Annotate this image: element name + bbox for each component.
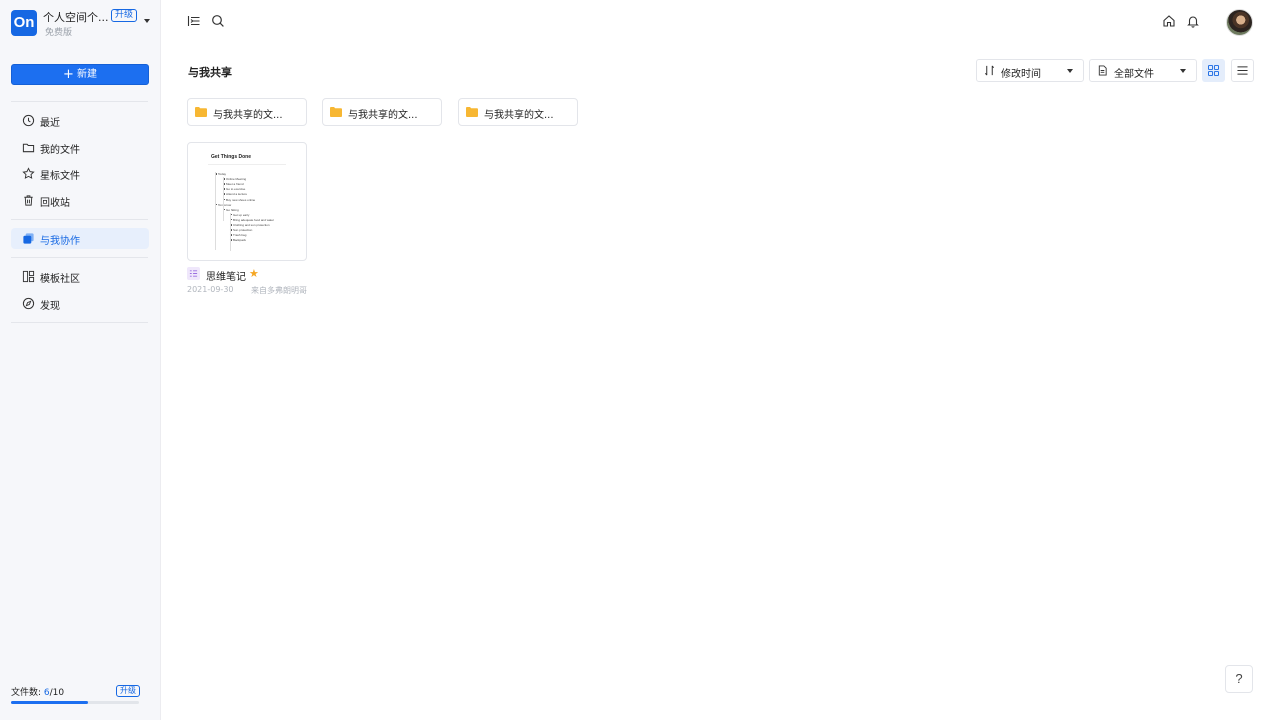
thumbnail-outline-item: Tomorrow [214,202,232,207]
sidebar: On 个人空间个... 免费版 升级 + 新建 最近 我的文件 星标文件 回收站 … [0,0,161,720]
compass-icon [22,297,35,310]
sort-icon [984,65,995,76]
star-icon [22,167,35,179]
plus-icon: + [63,67,74,82]
sidebar-item-shared-with-me[interactable]: 与我协作 [11,228,149,249]
home-icon[interactable] [1162,14,1176,28]
folder-icon [195,107,207,117]
thumbnail-outline-line [215,172,216,250]
sidebar-item-label: 星标文件 [40,171,80,182]
chevron-down-icon [1067,69,1073,73]
thumbnail-outline-item: Today [214,172,227,176]
workspace-dropdown-icon[interactable] [144,19,150,23]
new-button[interactable]: + 新建 [11,64,149,85]
file-owner: 来自多弗朗明哥 [251,286,307,295]
folder-name: 与我共享的文... [348,110,418,121]
sidebar-divider [11,101,148,102]
chevron-down-icon [1180,69,1186,73]
shared-folder[interactable]: 与我共享的文... [322,98,442,126]
file-card-thumbnail[interactable]: Get Things Done Today Online Meeting Meet … [187,142,307,261]
file-date: 2021-09-30 [187,285,234,294]
expand-sidebar-icon[interactable] [187,14,201,28]
thumbnail-outline-item: Go to exercise [222,187,246,192]
thumbnail-outline-item: Meet a friend [223,182,244,187]
thumbnail-divider [208,164,286,165]
help-button[interactable]: ? [1225,665,1253,693]
sort-dropdown[interactable]: 修改时间 [976,59,1084,82]
new-button-label: 新建 [76,69,97,80]
user-avatar[interactable] [1226,9,1253,36]
filter-dropdown[interactable]: 全部文件 [1089,59,1197,82]
file-name[interactable]: 思维笔记 [206,268,246,283]
star-icon[interactable]: ★ [249,268,259,279]
trash-icon [24,195,33,206]
shared-folder[interactable]: 与我共享的文... [187,98,307,126]
search-icon[interactable] [211,14,225,28]
sidebar-item-recent[interactable]: 最近 [11,110,149,131]
sort-label: 修改时间 [1001,69,1041,80]
folder-name: 与我共享的文... [484,110,554,121]
template-icon [22,270,35,283]
grid-view-button[interactable] [1202,59,1225,82]
file-quota-label: 文件数: 6/10 [11,685,64,698]
thumbnail-outline-line [230,213,231,251]
sidebar-item-discover[interactable]: 发现 [11,293,149,314]
sidebar-item-label: 与我协作 [40,236,80,247]
folder-icon [22,143,35,153]
thumbnail-title: Get Things Done [211,154,251,160]
sidebar-item-label: 回收站 [40,198,70,209]
filter-label: 全部文件 [1114,69,1154,80]
app-logo[interactable]: On [11,10,37,36]
sidebar-divider [11,322,148,323]
sidebar-item-label: 模板社区 [40,274,80,285]
folder-name: 与我共享的文... [213,110,283,121]
thumbnail-outline-item: Bring adequate food and water [229,217,275,222]
file-quota-bar [11,701,139,704]
list-view-button[interactable] [1231,59,1254,82]
thumbnail-outline-item: Sun protection [229,228,253,233]
grid-icon [1208,65,1219,76]
sidebar-item-label: 发现 [40,301,60,312]
sidebar-item-label: 我的文件 [40,145,80,156]
file-icon [1098,65,1107,76]
mindmap-file-icon [187,267,200,280]
shared-folder[interactable]: 与我共享的文... [458,98,578,126]
file-quota-fill [11,701,88,704]
sidebar-item-templates[interactable]: 模板社区 [11,266,149,287]
folder-icon [466,107,478,117]
thumbnail-outline-item: Buy new shoes online [222,197,256,202]
thumbnail-outline-item: Trash bag [229,233,247,238]
sidebar-item-my-files[interactable]: 我的文件 [11,137,149,158]
sidebar-divider [11,257,148,258]
upgrade-badge[interactable]: 升级 [111,9,138,22]
collaboration-icon [23,233,34,244]
thumbnail-outline-item: Get up early [229,212,250,217]
thumbnail-outline-item: Clothing and sun protection [230,223,270,227]
file-quota-text: 文件数: [11,688,44,698]
sidebar-item-starred[interactable]: 星标文件 [11,163,149,184]
workspace-name[interactable]: 个人空间个... [43,9,109,25]
workspace-plan: 免费版 [45,28,73,38]
sidebar-divider [11,219,148,220]
bell-icon[interactable] [1186,14,1200,28]
sidebar-item-trash[interactable]: 回收站 [11,190,149,211]
thumbnail-outline-item: Backpack [229,238,247,243]
list-icon [1237,66,1248,75]
quota-upgrade-button[interactable]: 升级 [116,685,140,697]
thumbnail-outline-item: Go hiking [223,207,239,212]
folder-icon [330,107,342,117]
thumbnail-outline-item: Attend a lecture [222,192,248,197]
thumbnail-outline-line [223,177,224,221]
sidebar-item-label: 最近 [40,118,60,129]
file-quota-total: /10 [49,688,65,698]
clock-icon [22,114,35,127]
page-title: 与我共享 [188,66,232,79]
thumbnail-outline-item: Online Meeting [222,177,247,182]
